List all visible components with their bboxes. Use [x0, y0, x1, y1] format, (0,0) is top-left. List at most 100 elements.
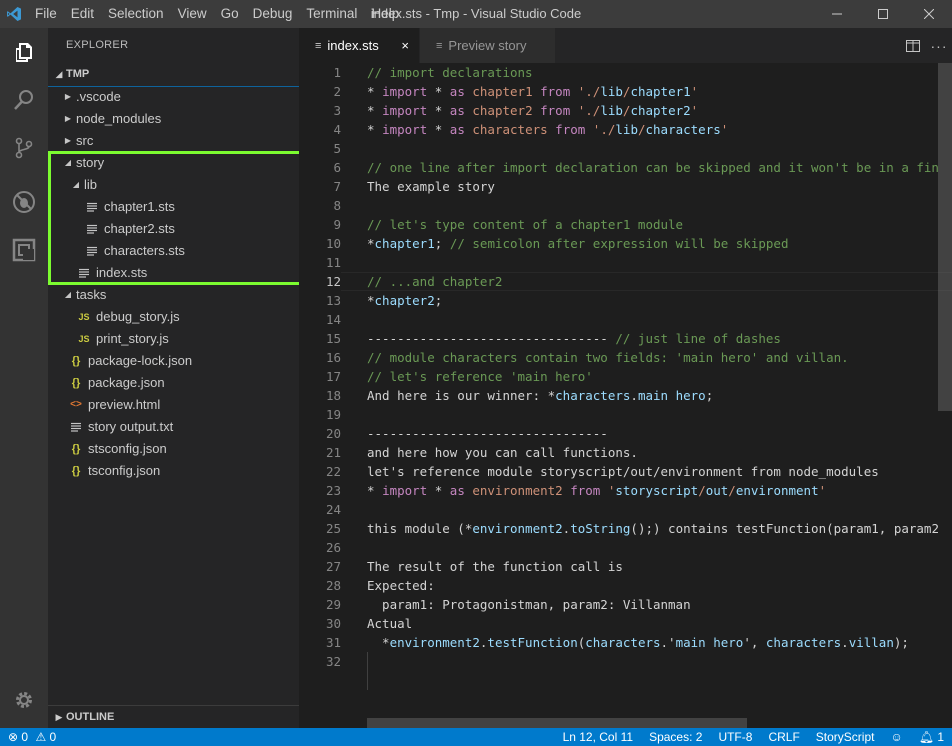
- tab-label: index.sts: [327, 38, 379, 53]
- tab-label: Preview story: [448, 38, 527, 53]
- tree-item-story[interactable]: ◢ story: [48, 152, 299, 174]
- menu-help[interactable]: Help: [364, 0, 406, 28]
- line-number: 18: [325, 388, 341, 403]
- tree-item-tasks[interactable]: ◢ tasks: [48, 284, 299, 306]
- menu-debug[interactable]: Debug: [246, 0, 300, 28]
- line-number: 23: [325, 483, 341, 498]
- menu-go[interactable]: Go: [214, 0, 246, 28]
- debug-icon[interactable]: [0, 178, 48, 226]
- sidebar-title: EXPLORER: [66, 39, 129, 51]
- code-token: './: [570, 103, 601, 118]
- line-number: 16: [325, 350, 341, 365]
- cursor-position[interactable]: Ln 12, Col 11: [555, 728, 642, 746]
- tree-item-characters-sts[interactable]: characters.sts: [48, 240, 299, 262]
- code-token: chapter2: [464, 103, 541, 118]
- minimize-button[interactable]: [814, 0, 860, 28]
- code-token: main hero: [637, 388, 706, 403]
- code-token: chapter1: [464, 84, 541, 99]
- more-actions-icon[interactable]: ···: [926, 38, 952, 54]
- workspace-section-header[interactable]: ◢ TMP: [48, 63, 299, 85]
- menu-terminal[interactable]: Terminal: [299, 0, 364, 28]
- tree-item-package-json[interactable]: {} package.json: [48, 372, 299, 394]
- tree-item-label: preview.html: [88, 397, 161, 412]
- search-icon[interactable]: [0, 76, 48, 124]
- chevron-right-icon: ▶: [64, 92, 72, 101]
- tree-item-label: debug_story.js: [96, 309, 180, 324]
- code-token: environment2: [389, 635, 480, 650]
- code-token: characters: [585, 635, 661, 650]
- tree-item-node-modules[interactable]: ▶ node_modules: [48, 108, 299, 130]
- encoding[interactable]: UTF-8: [710, 728, 760, 746]
- tree-item-story-output-txt[interactable]: story output.txt: [48, 416, 299, 438]
- end-of-line[interactable]: CRLF: [760, 728, 807, 746]
- chevron-down-icon: ◢: [55, 69, 63, 79]
- tree-item-src[interactable]: ▶ src: [48, 130, 299, 152]
- tree-item-label: tsconfig.json: [88, 463, 161, 478]
- menu-selection[interactable]: Selection: [101, 0, 171, 28]
- indentation[interactable]: Spaces: 2: [641, 728, 710, 746]
- line-number: 10: [325, 236, 341, 251]
- maximize-button[interactable]: [860, 0, 906, 28]
- menu-view[interactable]: View: [171, 0, 214, 28]
- tree-item-label: node_modules: [76, 111, 162, 126]
- json-file-icon: {}: [71, 355, 81, 367]
- menu-edit[interactable]: Edit: [64, 0, 101, 28]
- line-number: 25: [325, 521, 341, 536]
- javascript-file-icon: JS: [78, 334, 90, 344]
- tree-item-print-story-js[interactable]: JS print_story.js: [48, 328, 299, 350]
- close-window-button[interactable]: [906, 0, 952, 28]
- problems-indicator[interactable]: ⊗ 0 ⚠ 0: [8, 728, 64, 746]
- line-number: 19: [325, 407, 341, 422]
- extensions-icon[interactable]: [0, 226, 48, 274]
- window-controls: [814, 0, 952, 28]
- tree-item-package-lock-json[interactable]: {} package-lock.json: [48, 350, 299, 372]
- file-lines-icon: ≡: [315, 39, 322, 52]
- tree-item-index-sts[interactable]: index.sts: [48, 262, 299, 284]
- source-control-icon[interactable]: [0, 124, 48, 172]
- tree-item-debug-story-js[interactable]: JS debug_story.js: [48, 306, 299, 328]
- menu-file[interactable]: File: [28, 0, 64, 28]
- scrollbar-thumb[interactable]: [938, 63, 952, 411]
- code-token: /: [728, 483, 736, 498]
- explorer-icon[interactable]: [0, 28, 48, 76]
- split-editor-icon[interactable]: [900, 39, 926, 52]
- tree-item-chapter2-sts[interactable]: chapter2.sts: [48, 218, 299, 240]
- settings-gear-icon[interactable]: [0, 676, 48, 724]
- tree-item-chapter1-sts[interactable]: chapter1.sts: [48, 196, 299, 218]
- line-number: 11: [325, 255, 341, 270]
- file-lines-icon: [68, 422, 84, 432]
- code-line: * import * as characters from './lib/cha…: [367, 120, 728, 139]
- code-editor[interactable]: 1 2 3 4 5 6 7 8 9 10 11 12 13 14 15 16 17 18 19 20 21 22 23 24 2…: [299, 63, 952, 728]
- code-token: './: [585, 122, 616, 137]
- code-token: /: [637, 122, 646, 137]
- code-token: lib: [615, 122, 638, 137]
- vertical-scrollbar[interactable]: [938, 63, 952, 728]
- code-token: );: [893, 635, 909, 650]
- tree-item--vscode[interactable]: ▶ .vscode: [48, 86, 299, 108]
- code-token: // just line of dashes: [615, 331, 781, 346]
- tab-preview-story[interactable]: ≡ Preview story: [420, 28, 555, 63]
- line-number: 7: [333, 179, 341, 194]
- tree-item-preview-html[interactable]: <> preview.html: [48, 394, 299, 416]
- feedback-smiley-icon[interactable]: ☺: [882, 728, 910, 746]
- line-number: 15: [325, 331, 341, 346]
- tree-item-label: package.json: [88, 375, 165, 390]
- code-token: environment2: [464, 483, 571, 498]
- code-token: and here how you can call functions.: [367, 445, 638, 460]
- code-token: Actual: [367, 616, 413, 631]
- line-number: 2: [333, 84, 341, 99]
- notifications[interactable]: 🔔︎ 1: [911, 728, 952, 746]
- horizontal-scrollbar[interactable]: [367, 718, 747, 728]
- code-line: // let's type content of a chapter1 modu…: [367, 215, 683, 234]
- tree-item-tsconfig-json[interactable]: {} tsconfig.json: [48, 460, 299, 482]
- code-line: The example story: [367, 177, 495, 196]
- outline-section[interactable]: ▶ OUTLINE: [48, 705, 299, 728]
- explorer-sidebar: EXPLORER ◢ TMP ▶ .vscode ▶ node_modules ▶ src…: [48, 28, 299, 728]
- tab-index-sts[interactable]: ≡ index.sts ×: [299, 28, 419, 63]
- close-icon[interactable]: ×: [401, 38, 409, 53]
- tree-item-stsconfig-json[interactable]: {} stsconfig.json: [48, 438, 299, 460]
- tree-item-lib[interactable]: ◢ lib: [48, 174, 299, 196]
- chevron-right-icon: ▶: [55, 712, 63, 722]
- language-mode[interactable]: StoryScript: [808, 728, 883, 746]
- code-token: characters: [555, 388, 631, 403]
